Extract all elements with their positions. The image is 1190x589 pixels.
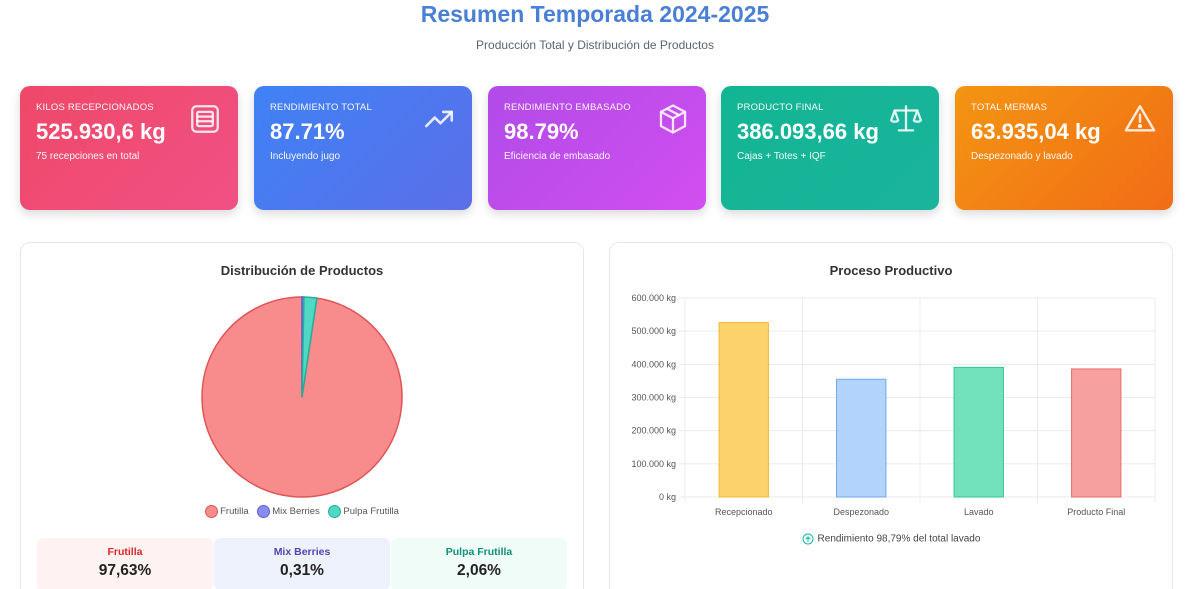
y-tick-label: 600.000 kg (631, 293, 676, 303)
percent-card-value: 97,63% (98, 562, 152, 579)
x-tick-label: Recepcionado (715, 507, 773, 517)
kpi-card-producto-final: PRODUCTO FINAL 386.093,66 kg Cajas + Tot… (721, 86, 939, 210)
kpi-card-rendimiento-total: RENDIMIENTO TOTAL 87.71% Incluyendo jugo (254, 86, 472, 210)
process-note: Rendimiento 98,79% del total lavado (610, 533, 1172, 545)
kpi-sub: Cajas + Totes + IQF (737, 151, 826, 162)
kpi-sub: 75 recepciones en total (36, 151, 140, 162)
distribution-panel: Distribución de Productos Frutilla Mix B… (20, 242, 584, 589)
bar-despezonado[interactable] (836, 378, 887, 498)
pie-legend: Frutilla Mix Berries Pulpa Frutilla (21, 505, 583, 518)
kpi-card-kilos: KILOS RECEPCIONADOS 525.930,6 kg 75 rece… (20, 86, 238, 210)
kpi-value: 98.79% (504, 119, 579, 144)
page-title: Resumen Temporada 2024-2025 (420, 1, 770, 27)
bar-producto-final[interactable] (1071, 368, 1122, 498)
kpi-value: 63.935,04 kg (971, 119, 1101, 144)
percent-card-name: Frutilla (107, 546, 143, 558)
percent-card-name: Mix Berries (273, 546, 331, 558)
x-tick-label: Lavado (964, 507, 994, 517)
kpi-card-rendimiento-embasado: RENDIMIENTO EMBASADO 98.79% Eficiencia d… (488, 86, 706, 210)
percent-card-name: Pulpa Frutilla (445, 546, 513, 558)
arrow-up-circle-icon (802, 533, 814, 545)
bar-recepcionado[interactable] (718, 322, 769, 498)
legend-label: Pulpa Frutilla (343, 506, 399, 518)
x-tick-label: Producto Final (1067, 507, 1125, 517)
kpi-sub: Despezonado y lavado (971, 151, 1073, 162)
percent-card-value: 0,31% (280, 562, 324, 579)
percent-card-pulpa-frutilla: Pulpa Frutilla 2,06% (391, 538, 567, 589)
legend-swatch (205, 505, 219, 518)
kpi-sub: Incluyendo jugo (270, 151, 341, 162)
kpi-value: 525.930,6 kg (36, 119, 166, 144)
bar-lavado[interactable] (953, 366, 1004, 498)
legend-item-mix-berries[interactable]: Mix Berries (257, 505, 320, 518)
kpi-card-mermas: TOTAL MERMAS 63.935,04 kg Despezonado y … (955, 86, 1173, 210)
y-tick-label: 200.000 kg (631, 426, 676, 436)
legend-item-frutilla[interactable]: Frutilla (205, 505, 249, 518)
legend-label: Mix Berries (272, 506, 320, 518)
y-tick-label: 100.000 kg (631, 459, 676, 469)
kpi-sub: Eficiencia de embasado (504, 151, 611, 162)
legend-item-pulpa-frutilla[interactable]: Pulpa Frutilla (328, 505, 399, 518)
warning-icon (1124, 105, 1156, 132)
process-panel: Proceso Productivo 0 kg 100.000 kg 200.000… (609, 242, 1173, 589)
legend-swatch (328, 505, 342, 518)
percent-card-mix-berries: Mix Berries 0,31% (214, 538, 390, 589)
page-subtitle: Producción Total y Distribución de Produ… (476, 38, 714, 52)
legend-swatch (257, 505, 271, 518)
pie-chart (201, 296, 403, 498)
percent-card-frutilla: Frutilla 97,63% (37, 538, 213, 589)
process-title: Proceso Productivo (829, 263, 953, 278)
cube-icon (659, 104, 687, 134)
legend-label: Frutilla (220, 506, 249, 518)
trending-up-icon (424, 110, 454, 128)
percent-cards: Frutilla 97,63% Mix Berries 0,31% Pulpa … (37, 538, 568, 589)
y-tick-label: 400.000 kg (631, 359, 676, 369)
process-note-text: Rendimiento 98,79% del total lavado (817, 533, 981, 545)
y-tick-label: 300.000 kg (631, 393, 676, 403)
y-tick-label: 500.000 kg (631, 326, 676, 336)
distribution-title: Distribución de Productos (220, 263, 384, 278)
x-tick-label: Despezonado (833, 507, 889, 517)
kpi-value: 87.71% (270, 119, 345, 144)
kpi-value: 386.093,66 kg (737, 119, 879, 144)
scale-icon (889, 105, 923, 132)
bar-chart: 0 kg 100.000 kg 200.000 kg 300.000 kg 400.00… (631, 293, 1156, 517)
percent-card-value: 2,06% (457, 562, 501, 579)
y-tick-label: 0 kg (659, 492, 676, 502)
archive-box-icon (191, 105, 219, 133)
